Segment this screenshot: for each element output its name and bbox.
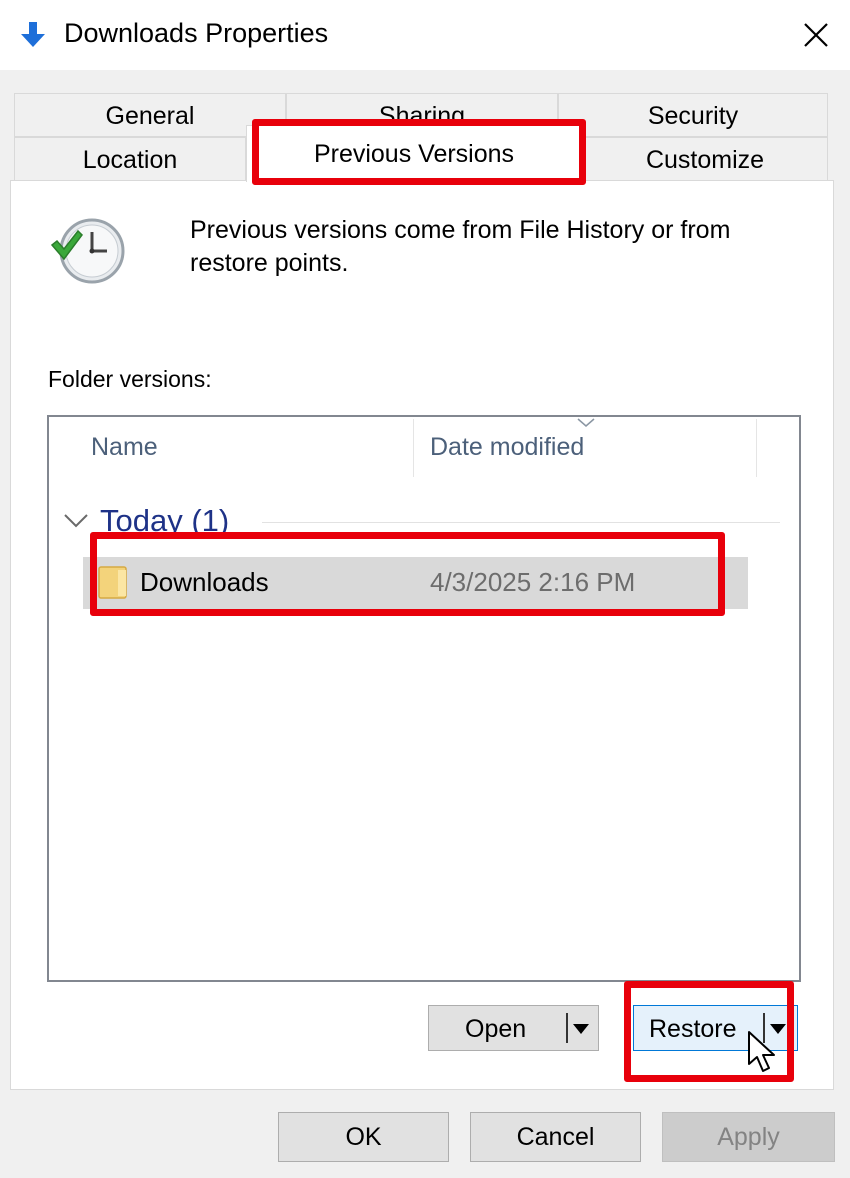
mouse-cursor-icon — [748, 1031, 775, 1072]
close-icon — [804, 23, 828, 47]
tab-general-label: General — [105, 102, 195, 130]
info-text: Previous versions come from File History… — [190, 216, 731, 277]
column-header-name[interactable]: Name — [50, 419, 414, 477]
close-button[interactable] — [790, 10, 842, 60]
list-item-date: 4/3/2025 2:16 PM — [430, 567, 636, 597]
restore-button-label: Restore — [649, 1015, 737, 1043]
folder-versions-list[interactable] — [47, 415, 801, 982]
list-item-name: Downloads — [140, 567, 269, 597]
tab-location[interactable]: Location — [14, 137, 246, 181]
tab-security-label: Security — [647, 102, 739, 130]
sort-caret-icon — [577, 418, 595, 427]
open-button[interactable]: Open — [428, 1005, 599, 1051]
tab-security[interactable]: Security — [558, 93, 828, 137]
tab-customize[interactable]: Customize — [582, 137, 828, 181]
group-divider — [262, 522, 780, 523]
clock-restore-icon — [50, 218, 125, 284]
tab-previous-versions-label: Previous Versions — [313, 140, 515, 168]
chevron-down-icon[interactable] — [63, 511, 89, 531]
folder-versions-label: Folder versions: — [48, 366, 212, 392]
ok-button[interactable]: OK — [278, 1112, 449, 1162]
split-divider — [566, 1013, 568, 1043]
window-title: Downloads Properties — [64, 18, 329, 48]
open-button-label: Open — [465, 1015, 527, 1043]
group-header-today[interactable]: Today (1) — [100, 503, 229, 539]
tab-location-label: Location — [82, 146, 178, 174]
apply-button[interactable]: Apply — [662, 1112, 835, 1162]
tab-previous-versions[interactable]: Previous Versions — [246, 125, 582, 182]
tab-customize-label: Customize — [645, 146, 765, 174]
title-bar: Downloads Properties — [0, 0, 850, 70]
cancel-button[interactable]: Cancel — [470, 1112, 641, 1162]
dropdown-arrow-icon[interactable] — [573, 1024, 589, 1034]
folder-icon — [98, 566, 127, 599]
download-arrow-icon — [21, 22, 45, 47]
